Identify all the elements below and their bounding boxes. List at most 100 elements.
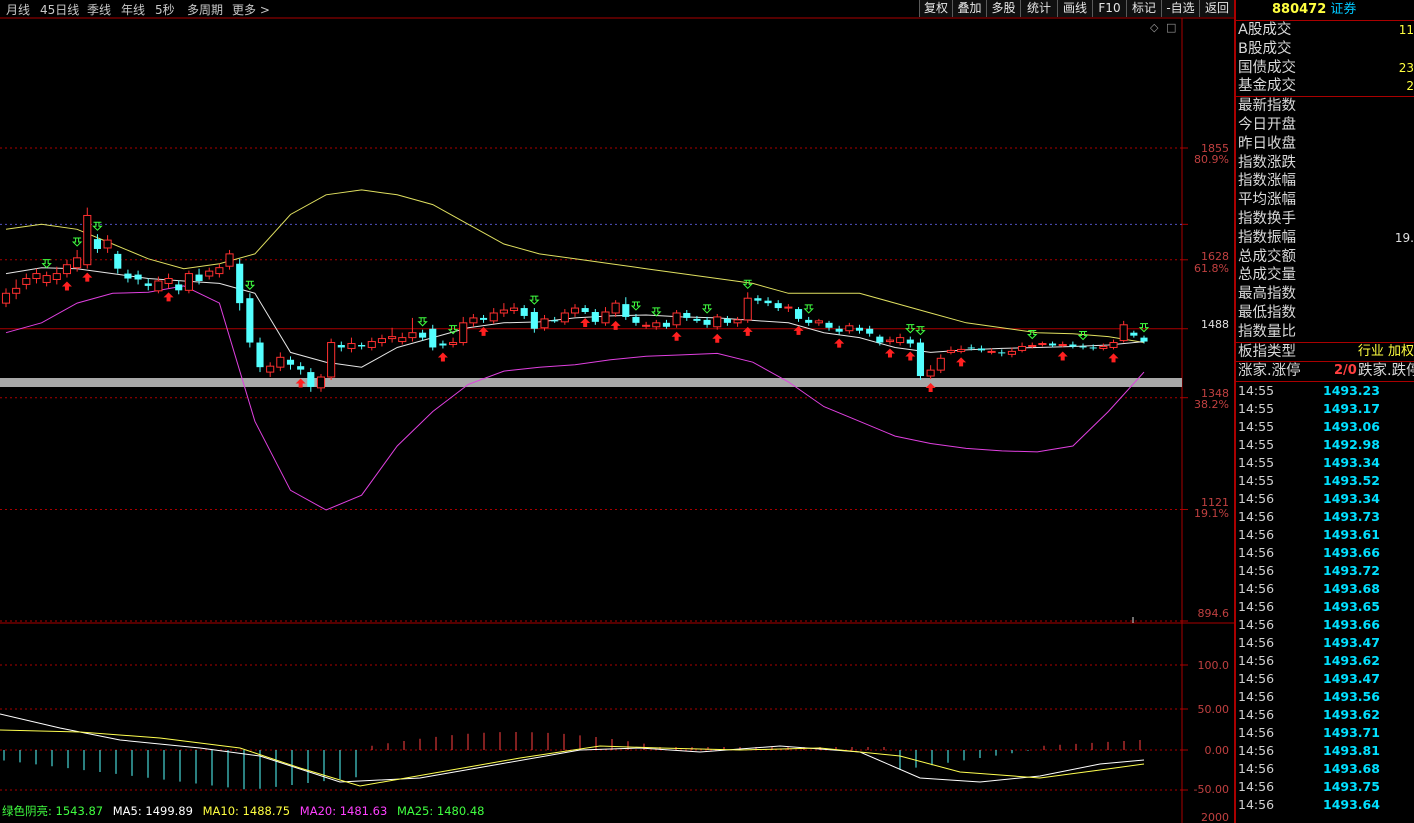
candle-body-down — [835, 328, 843, 332]
ind-axis-50: 50.00 — [1197, 703, 1230, 716]
up-arrow-icon — [163, 292, 174, 302]
stock-code: 880472 — [1272, 2, 1327, 17]
candle-body-down — [825, 322, 833, 328]
candle-body-down — [551, 320, 559, 322]
tick-row: 14:56 1493.68 — [1236, 760, 1414, 778]
candle-body-down — [774, 303, 782, 309]
stock-header: 880472 证券 — [1236, 0, 1414, 20]
tick-price: 1493.34 — [1323, 491, 1380, 507]
index-row-changepct: 指数涨幅 — [1238, 173, 1296, 190]
candle-body-up — [469, 317, 478, 324]
candle-body-up — [509, 307, 519, 312]
axis-pct-61: 61.8% — [1194, 262, 1229, 275]
tick-list[interactable]: 14:55 1493.23 14:55 1493.17 14:55 1493.06 14:5… — [1236, 381, 1414, 814]
candle-body-up — [743, 297, 752, 321]
candle-body-up — [164, 278, 173, 284]
axis-pct-38: 38.2% — [1194, 398, 1229, 411]
tick-time: 14:56 — [1238, 545, 1275, 561]
candle-body-down — [307, 372, 315, 387]
candle-body-up — [459, 322, 468, 344]
candle-body-up — [1018, 345, 1027, 351]
tick-time: 14:56 — [1238, 779, 1275, 795]
candle-body-up — [83, 214, 92, 266]
candle-body-down — [693, 318, 701, 321]
price-highlight-band — [0, 378, 1182, 387]
candle-body-up — [845, 325, 854, 332]
candle-body-up — [32, 273, 41, 280]
tick-price: 1493.66 — [1323, 545, 1380, 561]
candle-body-down — [93, 239, 102, 249]
tick-row: 14:55 1493.23 — [1236, 382, 1414, 400]
candle-body-up — [225, 253, 234, 267]
candle-body-down — [297, 366, 305, 370]
tick-row: 14:55 1493.06 — [1236, 418, 1414, 436]
candle-body-down — [358, 345, 366, 347]
candles — [1, 207, 1148, 392]
candle-body-down — [805, 319, 813, 323]
tick-time: 14:56 — [1238, 491, 1275, 507]
up-arrow-icon — [1057, 351, 1068, 361]
candle-body-up — [103, 239, 112, 249]
tick-row: 14:55 1493.52 — [1236, 472, 1414, 490]
candle-body-up — [215, 267, 224, 275]
candle-body-up — [499, 309, 508, 314]
candle-body-up — [713, 316, 722, 328]
tick-row: 14:56 1493.34 — [1236, 490, 1414, 508]
candle-body-up — [642, 324, 651, 327]
down-arrow-icon — [244, 280, 256, 290]
down-arrow-icon — [630, 301, 642, 311]
index-row-amount: 总成交额 — [1238, 248, 1296, 265]
candle-body-down — [246, 298, 254, 343]
candle-body-up — [276, 356, 285, 368]
candle-body-down — [967, 347, 975, 349]
tick-time: 14:56 — [1238, 671, 1275, 687]
tick-price: 1493.68 — [1323, 581, 1380, 597]
candle-body-up — [926, 369, 935, 377]
down-arrow-icon — [529, 295, 540, 305]
tick-time: 14:56 — [1238, 653, 1275, 669]
tick-row: 14:56 1493.64 — [1236, 796, 1414, 814]
tick-row: 14:56 1493.71 — [1236, 724, 1414, 742]
tick-time: 14:56 — [1238, 617, 1275, 633]
tick-time: 14:55 — [1238, 383, 1275, 399]
candle-body-down — [1130, 332, 1138, 336]
tick-price: 1493.73 — [1323, 509, 1380, 525]
index-row-open: 今日开盘 — [1238, 116, 1296, 133]
candle-body-down — [866, 328, 874, 334]
down-arrow-icon — [742, 279, 753, 290]
candle-body-up — [73, 257, 82, 269]
candle-body-down — [419, 332, 427, 338]
tick-time: 14:56 — [1238, 563, 1275, 579]
chart-grid — [0, 17, 1234, 823]
indicator-line-yellow — [0, 729, 1145, 787]
candle-body-down — [175, 284, 183, 291]
candle-body-down — [520, 308, 528, 316]
up-arrow-icon — [671, 331, 682, 341]
board-type-section: 板指类型 行业 加权 — [1236, 341, 1414, 362]
upper-band-line — [5, 189, 1145, 343]
kline-chart[interactable]: ◇ □ — [0, 0, 1234, 823]
tick-time: 14:56 — [1238, 527, 1275, 543]
index-row-prevclose: 昨日收盘 — [1238, 135, 1296, 152]
up-arrow-icon — [742, 326, 753, 336]
tick-time: 14:55 — [1238, 401, 1275, 417]
tick-row: 14:56 1493.75 — [1236, 778, 1414, 796]
up-arrow-icon — [61, 281, 72, 291]
tick-price: 1493.62 — [1323, 653, 1380, 669]
up-arrow-icon — [834, 338, 845, 348]
tick-time: 14:56 — [1238, 725, 1275, 741]
legend-ma25: MA25: 1480.48 — [396, 804, 485, 818]
volume-row-fund: 基金成交 2 — [1238, 78, 1414, 95]
index-row-latest: 最新指数 — [1238, 98, 1296, 115]
candle-body-up — [957, 348, 966, 352]
diamond-icon[interactable]: ◇ — [1150, 21, 1159, 34]
down-arrow-icon — [651, 307, 662, 317]
tick-price: 1493.61 — [1323, 527, 1380, 543]
window-icon[interactable]: □ — [1166, 21, 1176, 34]
candle-body-down — [124, 273, 132, 279]
tick-time: 14:55 — [1238, 455, 1275, 471]
candle-body-down — [1140, 337, 1148, 342]
candle-body-down — [764, 300, 772, 304]
candle-body-down — [581, 308, 589, 313]
candle-body-up — [154, 280, 163, 292]
